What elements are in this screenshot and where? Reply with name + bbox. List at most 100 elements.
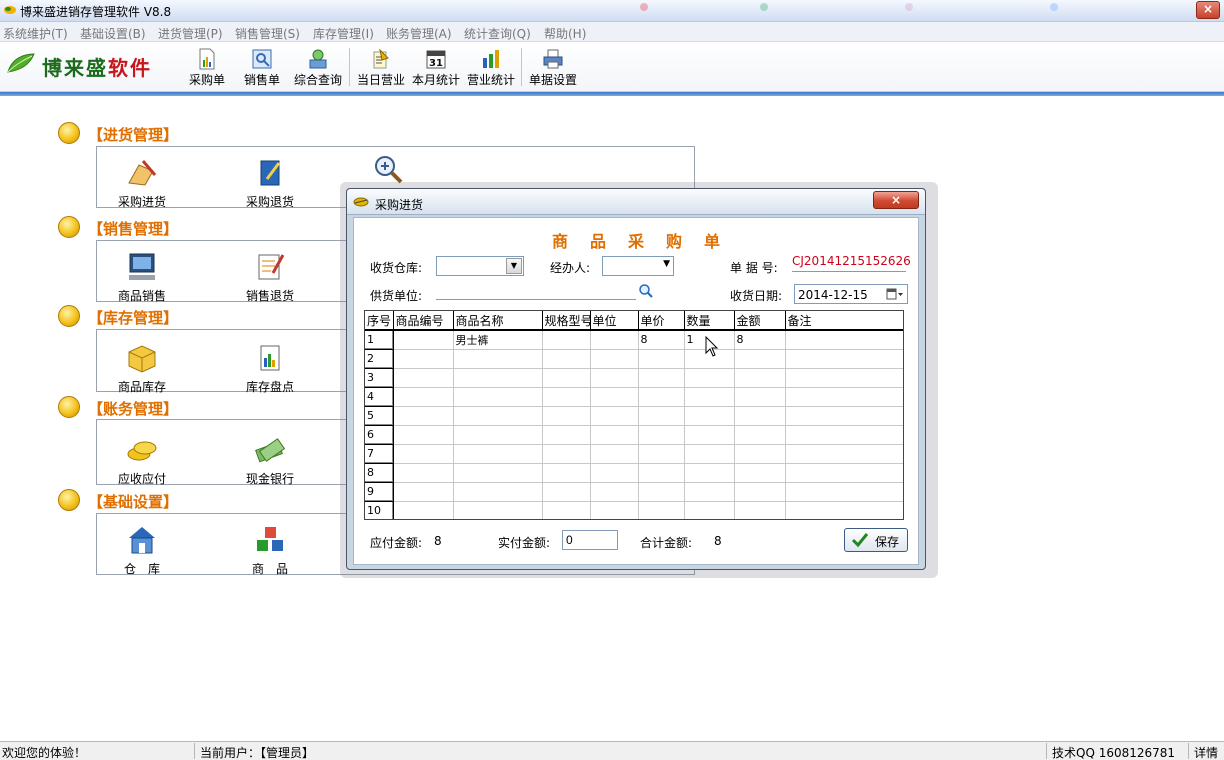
table-cell[interactable]: 8 bbox=[734, 330, 786, 350]
table-cell[interactable] bbox=[590, 425, 639, 445]
table-cell[interactable] bbox=[684, 482, 735, 502]
status-detail-link[interactable]: 详情 bbox=[1194, 744, 1218, 760]
table-cell[interactable] bbox=[542, 501, 591, 519]
table-cell[interactable] bbox=[542, 406, 591, 426]
column-header[interactable]: 数量 bbox=[684, 311, 735, 331]
table-cell[interactable] bbox=[393, 463, 454, 483]
table-cell[interactable] bbox=[542, 330, 591, 350]
chevron-down-icon[interactable]: ▼ bbox=[506, 258, 522, 274]
table-cell[interactable] bbox=[785, 463, 903, 483]
column-header[interactable]: 金额 bbox=[734, 311, 786, 331]
table-cell[interactable] bbox=[734, 463, 786, 483]
column-header[interactable]: 备注 bbox=[785, 311, 903, 331]
table-row[interactable]: 2 bbox=[365, 349, 903, 369]
table-cell[interactable] bbox=[393, 349, 454, 369]
module-sales-return-button[interactable]: 销售退货 bbox=[225, 251, 315, 304]
column-header[interactable]: 商品编号 bbox=[393, 311, 454, 331]
table-cell[interactable] bbox=[590, 444, 639, 464]
paid-amount-input[interactable] bbox=[562, 530, 618, 550]
table-row[interactable]: 8 bbox=[365, 463, 903, 483]
table-cell[interactable] bbox=[542, 425, 591, 445]
table-cell[interactable] bbox=[684, 406, 735, 426]
table-cell[interactable] bbox=[393, 368, 454, 388]
table-cell[interactable] bbox=[785, 425, 903, 445]
table-cell[interactable] bbox=[684, 463, 735, 483]
search-icon[interactable] bbox=[638, 283, 654, 299]
module-receivable-payable-button[interactable]: 应收应付 bbox=[97, 434, 187, 487]
table-cell[interactable] bbox=[785, 444, 903, 464]
table-cell[interactable] bbox=[785, 330, 903, 350]
module-purchase-in-button[interactable]: 采购进货 bbox=[97, 157, 187, 210]
table-cell[interactable] bbox=[590, 387, 639, 407]
table-cell[interactable] bbox=[393, 406, 454, 426]
column-header[interactable]: 单位 bbox=[590, 311, 639, 331]
table-cell[interactable] bbox=[542, 444, 591, 464]
table-cell[interactable] bbox=[393, 425, 454, 445]
toolbar-doc-settings-button[interactable]: 单据设置 bbox=[526, 46, 580, 90]
table-row[interactable]: 10 bbox=[365, 501, 903, 519]
table-cell[interactable] bbox=[785, 349, 903, 369]
menu-basic-settings[interactable]: 基础设置(B) bbox=[80, 25, 146, 42]
table-cell[interactable] bbox=[590, 330, 639, 350]
module-cash-bank-button[interactable]: 现金银行 bbox=[225, 434, 315, 487]
calendar-dropdown-icon[interactable] bbox=[886, 288, 904, 300]
table-cell[interactable]: 男士裤 bbox=[453, 330, 543, 350]
table-cell[interactable] bbox=[393, 387, 454, 407]
table-cell[interactable] bbox=[734, 482, 786, 502]
table-cell[interactable] bbox=[453, 406, 543, 426]
table-cell[interactable] bbox=[684, 368, 735, 388]
table-cell[interactable] bbox=[785, 501, 903, 519]
module-warehouse-button[interactable]: 仓 库 bbox=[97, 524, 187, 577]
table-cell[interactable] bbox=[590, 482, 639, 502]
dialog-close-button[interactable]: × bbox=[873, 191, 919, 209]
table-cell[interactable] bbox=[590, 406, 639, 426]
table-cell[interactable] bbox=[393, 444, 454, 464]
table-cell[interactable] bbox=[734, 501, 786, 519]
table-cell[interactable] bbox=[638, 463, 685, 483]
table-cell[interactable] bbox=[684, 444, 735, 464]
module-stock-button[interactable]: 商品库存 bbox=[97, 342, 187, 395]
table-cell[interactable] bbox=[453, 444, 543, 464]
table-cell[interactable] bbox=[542, 482, 591, 502]
save-button[interactable]: 保存 bbox=[844, 528, 908, 552]
table-cell[interactable] bbox=[453, 387, 543, 407]
table-cell[interactable] bbox=[785, 406, 903, 426]
table-cell[interactable] bbox=[453, 425, 543, 445]
table-cell[interactable] bbox=[453, 501, 543, 519]
table-cell[interactable] bbox=[638, 501, 685, 519]
table-cell[interactable] bbox=[590, 463, 639, 483]
module-sales-button[interactable]: 商品销售 bbox=[97, 251, 187, 304]
table-cell[interactable] bbox=[393, 482, 454, 502]
table-cell[interactable] bbox=[638, 406, 685, 426]
table-cell[interactable] bbox=[542, 463, 591, 483]
table-cell[interactable] bbox=[638, 368, 685, 388]
table-cell[interactable] bbox=[542, 349, 591, 369]
table-cell[interactable] bbox=[734, 406, 786, 426]
purchase-items-table[interactable]: 序号 商品编号 商品名称 规格型号 单位 单价 数量 金额 备注 1 男士裤 8 1 8… bbox=[364, 310, 904, 520]
table-cell[interactable]: 8 bbox=[638, 330, 685, 350]
menu-help[interactable]: 帮助(H) bbox=[544, 25, 586, 42]
table-cell[interactable] bbox=[453, 482, 543, 502]
table-cell[interactable] bbox=[542, 387, 591, 407]
table-row[interactable]: 6 bbox=[365, 425, 903, 445]
menu-system[interactable]: 系统维护(T) bbox=[3, 25, 68, 42]
table-cell[interactable] bbox=[734, 349, 786, 369]
menu-statistics[interactable]: 统计查询(Q) bbox=[464, 25, 531, 42]
table-cell[interactable] bbox=[785, 368, 903, 388]
toolbar-sales-order-button[interactable]: 销售单 bbox=[241, 46, 283, 90]
table-row[interactable]: 5 bbox=[365, 406, 903, 426]
window-close-button[interactable]: × bbox=[1196, 1, 1220, 19]
table-cell[interactable] bbox=[638, 482, 685, 502]
menu-sales[interactable]: 销售管理(S) bbox=[235, 25, 300, 42]
table-cell[interactable] bbox=[734, 444, 786, 464]
table-cell[interactable] bbox=[734, 387, 786, 407]
table-cell[interactable] bbox=[638, 444, 685, 464]
table-cell[interactable] bbox=[453, 463, 543, 483]
table-cell[interactable] bbox=[590, 501, 639, 519]
menu-inventory[interactable]: 库存管理(I) bbox=[313, 25, 374, 42]
table-cell[interactable] bbox=[590, 368, 639, 388]
toolbar-query-button[interactable]: 综合查询 bbox=[291, 46, 345, 90]
table-row[interactable]: 1 男士裤 8 1 8 bbox=[365, 330, 903, 350]
supplier-field[interactable] bbox=[436, 282, 636, 300]
table-row[interactable]: 3 bbox=[365, 368, 903, 388]
